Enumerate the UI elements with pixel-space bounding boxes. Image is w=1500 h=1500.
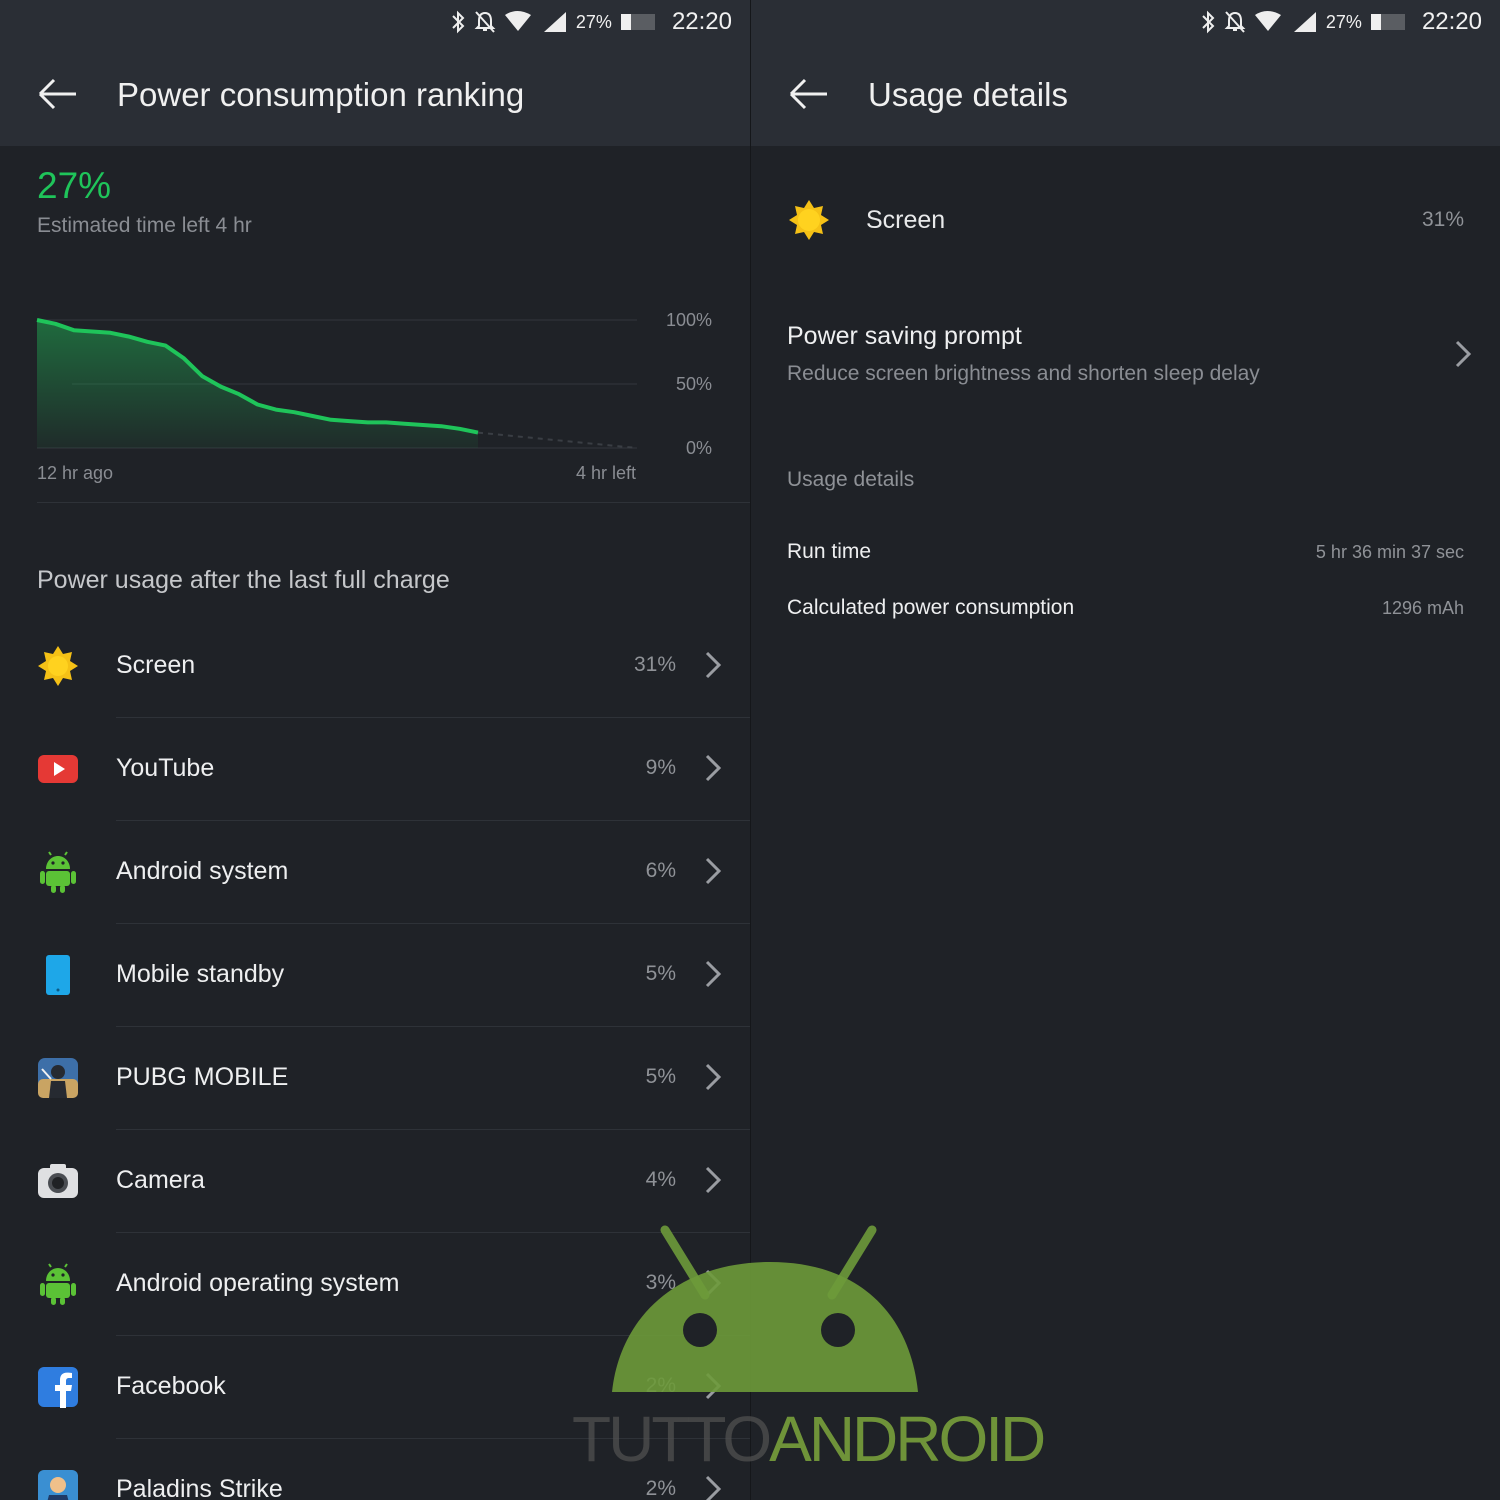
- clock: 22:20: [671, 8, 732, 35]
- detail-value: 5 hr 36 min 37 sec: [1315, 542, 1464, 562]
- projection-line: [477, 431, 638, 449]
- y-tick-label: 50%: [676, 374, 712, 394]
- chevron-right-icon: [705, 1063, 722, 1091]
- list-item-label: Facebook: [116, 1372, 226, 1400]
- sun-icon: [38, 646, 78, 686]
- list-item-value: 5%: [645, 1065, 676, 1088]
- list-item[interactable]: YouTube 9%: [0, 718, 750, 821]
- details-section-title: Usage details: [787, 468, 915, 491]
- y-tick-label: 0%: [686, 438, 712, 458]
- list-item-label: PUBG MOBILE: [116, 1063, 289, 1091]
- prompt-subtitle: Reduce screen brightness and shorten sle…: [787, 362, 1260, 385]
- list-item[interactable]: Mobile standby 5%: [0, 924, 750, 1027]
- list-item[interactable]: Screen 31%: [0, 615, 750, 718]
- list-item-value: 5%: [645, 962, 676, 985]
- list-item[interactable]: PUBG MOBILE 5%: [0, 1027, 750, 1130]
- watermark-text: TUTTOANDROID: [572, 1402, 1046, 1476]
- section-title: Power usage after the last full charge: [37, 566, 450, 594]
- mute-icon: [474, 11, 496, 33]
- chevron-right-icon: [705, 651, 722, 679]
- chevron-right-icon: [705, 857, 722, 885]
- chevron-right-icon: [705, 1372, 722, 1400]
- chevron-right-icon: [1455, 340, 1472, 368]
- list-item[interactable]: Android system 6%: [0, 821, 750, 924]
- android-icon: [40, 1263, 76, 1305]
- paladins-icon: [38, 1470, 78, 1500]
- phone-icon: [46, 955, 70, 995]
- youtube-icon: [38, 755, 78, 783]
- wifi-icon: [504, 11, 531, 31]
- signal-icon: [1293, 12, 1316, 32]
- list-item-value: 3%: [645, 1271, 676, 1294]
- list-item-label: Paladins Strike: [116, 1475, 283, 1500]
- mute-icon: [1224, 11, 1246, 33]
- usage-item-value: 31%: [1421, 208, 1464, 231]
- page-title: Power consumption ranking: [117, 76, 525, 113]
- chevron-right-icon: [705, 1166, 722, 1194]
- battery-chart: 100% 50% 0% 12 hr ago 4 hr left: [0, 290, 750, 500]
- chevron-right-icon: [705, 1269, 722, 1297]
- list-item-value: 31%: [633, 653, 676, 676]
- back-arrow-icon[interactable]: [789, 76, 831, 112]
- detail-row-power-consumption: Calculated power consumption 1296 mAh: [787, 590, 1464, 630]
- battery-icon: [620, 14, 655, 30]
- divider: [37, 502, 750, 503]
- camera-icon: [38, 1164, 78, 1198]
- estimated-time-left: Estimated time left 4 hr: [37, 214, 252, 237]
- chevron-right-icon: [705, 1475, 722, 1500]
- list-item-value: 6%: [645, 859, 676, 882]
- list-item-label: Camera: [116, 1166, 205, 1194]
- list-item-value: 2%: [645, 1477, 676, 1500]
- signal-icon: [543, 12, 566, 32]
- battery-level: 27%: [37, 165, 112, 206]
- detail-value: 1296 mAh: [1381, 598, 1464, 618]
- battery-percent: 27%: [1325, 11, 1362, 32]
- sun-icon: [789, 200, 829, 240]
- pubg-icon: [38, 1058, 78, 1098]
- list-item-label: Screen: [116, 651, 196, 679]
- chevron-right-icon: [705, 754, 722, 782]
- android-icon: [40, 851, 76, 893]
- app-bar: Power consumption ranking: [0, 44, 750, 146]
- battery-percent: 27%: [575, 11, 612, 32]
- power-saving-prompt[interactable]: Power saving prompt Reduce screen bright…: [751, 310, 1500, 410]
- detail-row-run-time: Run time 5 hr 36 min 37 sec: [787, 534, 1464, 574]
- watermark-text-part2: ANDROID: [769, 1403, 1046, 1475]
- usage-details-screen: 27% 22:20 Usage details Screen 31% Power…: [751, 0, 1500, 1500]
- list-item[interactable]: Android operating system 3%: [0, 1233, 750, 1336]
- list-item[interactable]: Camera 4%: [0, 1130, 750, 1233]
- bluetooth-icon: [1202, 10, 1215, 34]
- page-title: Usage details: [868, 76, 1068, 113]
- clock: 22:20: [1421, 8, 1482, 35]
- list-item-value: 4%: [645, 1168, 676, 1191]
- list-item-label: Android operating system: [116, 1269, 400, 1297]
- list-item-label: Mobile standby: [116, 960, 285, 988]
- chevron-right-icon: [705, 960, 722, 988]
- list-item-value: 2%: [645, 1374, 676, 1397]
- prompt-title: Power saving prompt: [787, 322, 1022, 350]
- back-arrow-icon[interactable]: [38, 76, 80, 112]
- x-label-end: 4 hr left: [576, 463, 636, 483]
- facebook-icon: [38, 1367, 78, 1408]
- usage-item-screen: Screen 31%: [751, 176, 1500, 266]
- watermark-text-part1: TUTTO: [572, 1403, 772, 1475]
- x-label-start: 12 hr ago: [37, 463, 113, 483]
- list-item-label: Android system: [116, 857, 289, 885]
- status-bar: 27% 22:20: [0, 0, 750, 44]
- wifi-icon: [1254, 11, 1281, 31]
- detail-key: Run time: [787, 540, 872, 563]
- usage-item-label: Screen: [866, 206, 946, 234]
- power-ranking-screen: 27% 22:20 Power consumption ranking 27% …: [0, 0, 750, 1500]
- list-item-value: 9%: [645, 756, 676, 779]
- app-bar: Usage details: [751, 44, 1500, 146]
- status-bar: 27% 22:20: [751, 0, 1500, 44]
- detail-key: Calculated power consumption: [787, 596, 1075, 619]
- battery-icon: [1370, 14, 1405, 30]
- y-tick-label: 100%: [666, 310, 712, 330]
- bluetooth-icon: [452, 10, 465, 34]
- list-item-label: YouTube: [116, 754, 215, 782]
